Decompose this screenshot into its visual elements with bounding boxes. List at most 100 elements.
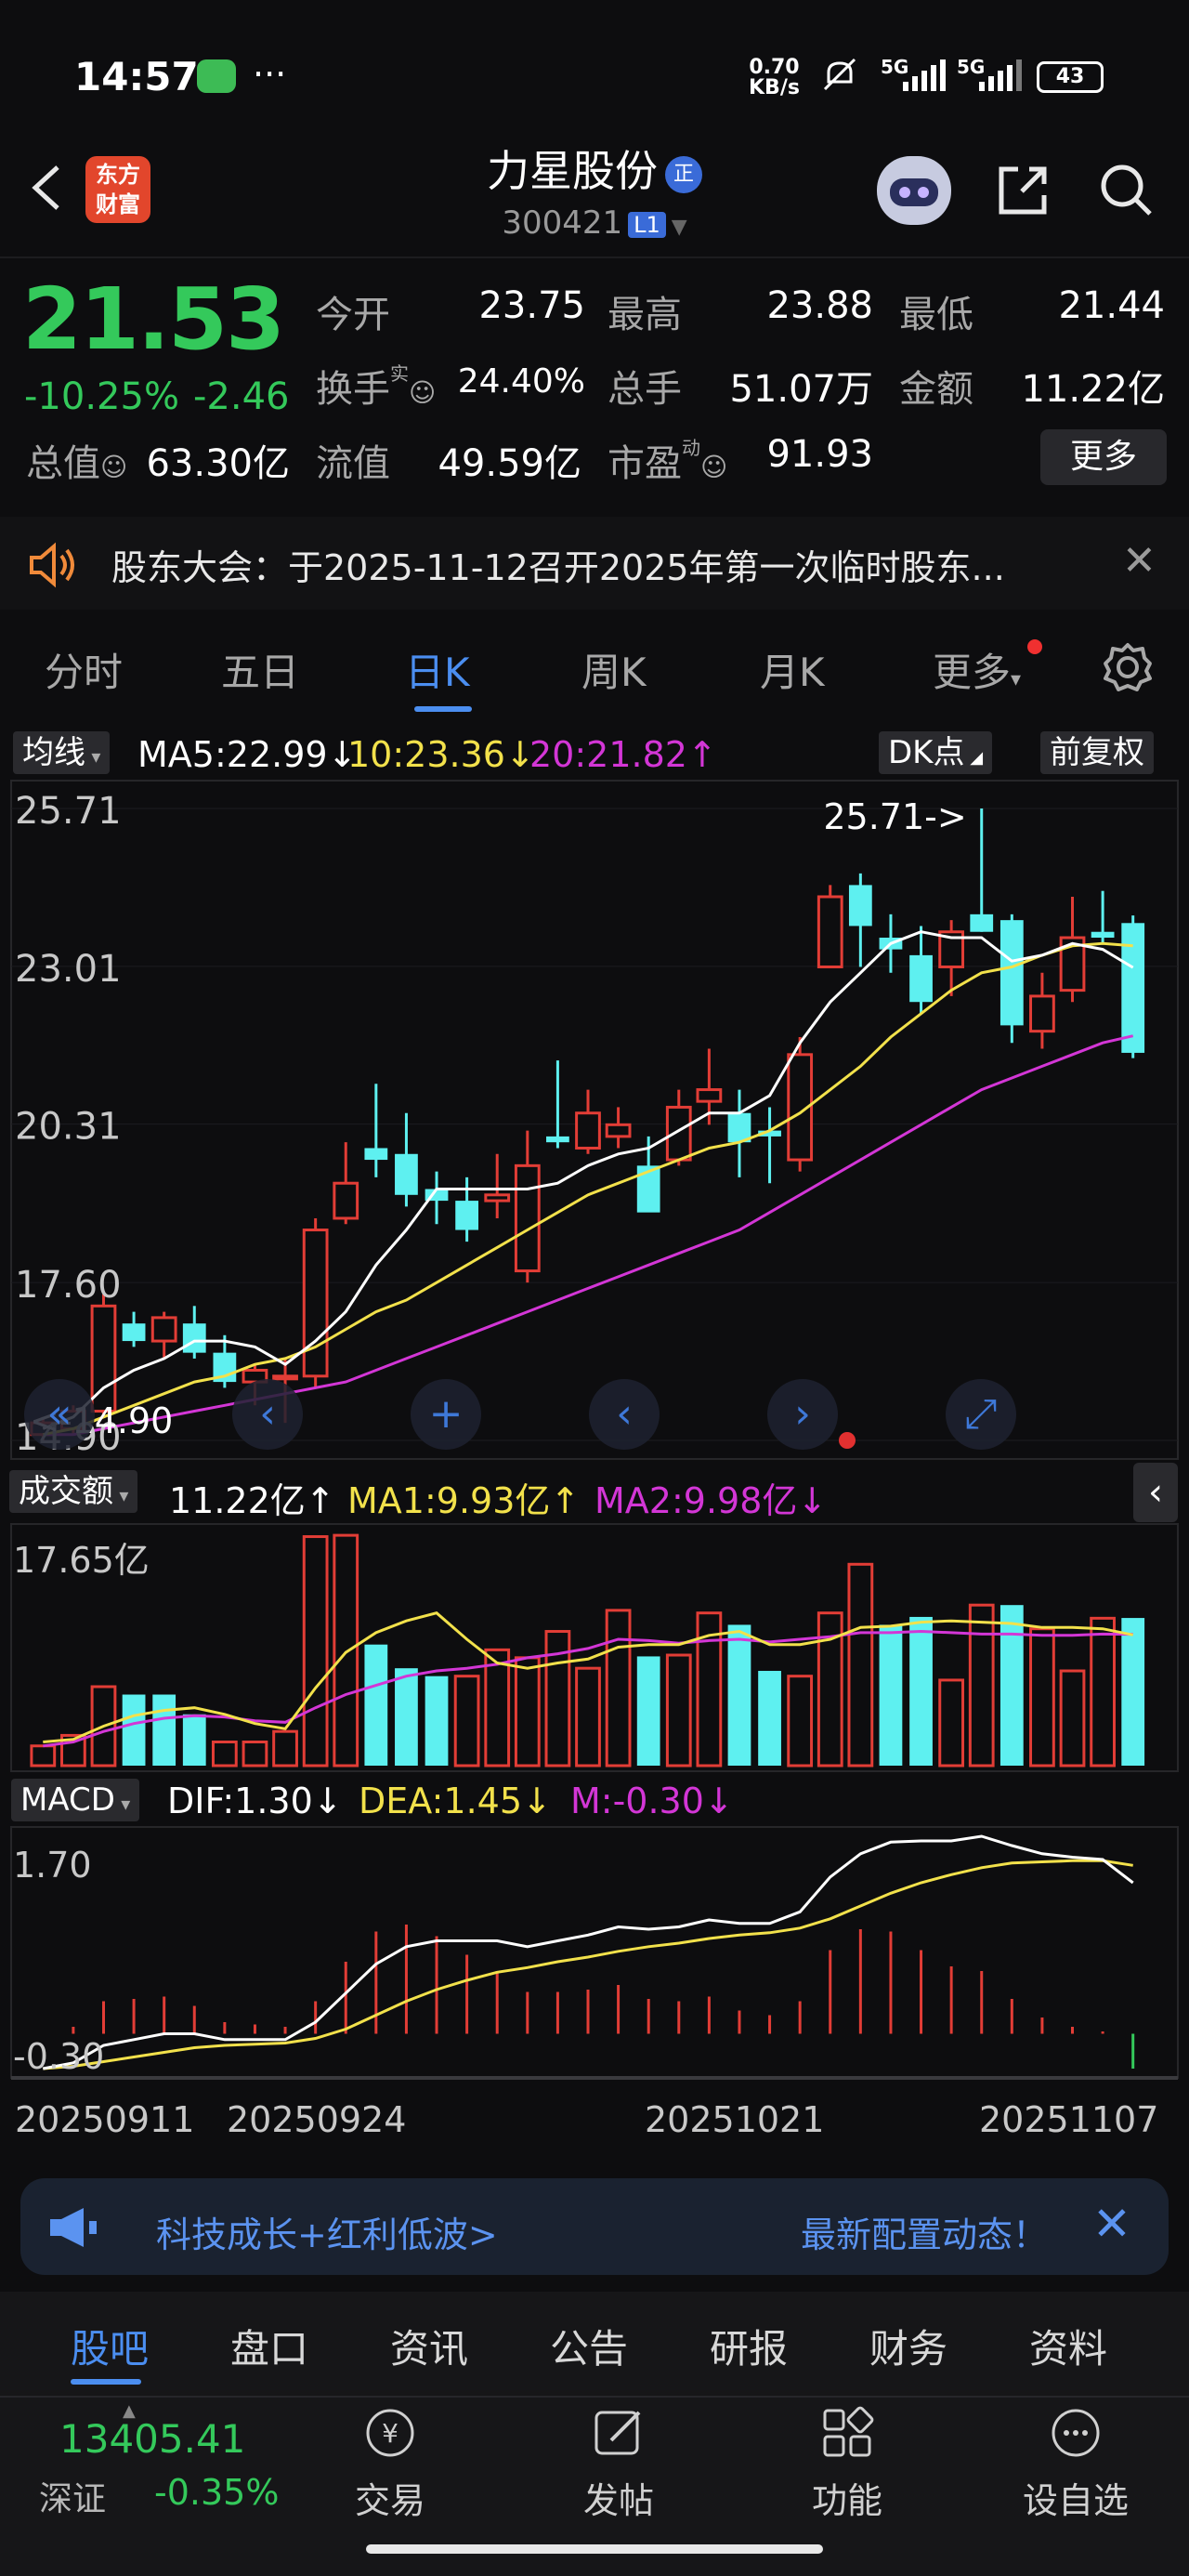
arrow-down-icon: ↓ — [312, 1781, 343, 1821]
home-indicator[interactable] — [366, 2544, 823, 2554]
volume-bar — [1059, 1669, 1086, 1768]
tab-news[interactable]: 资讯 — [390, 2318, 468, 2374]
share-icon[interactable] — [994, 160, 1053, 219]
nav-functions[interactable]: 功能 — [782, 2405, 912, 2523]
change-amount: -2.46 — [193, 375, 290, 418]
stock-name-text: 力星股份 — [487, 146, 658, 196]
arrow-up-icon: ↑ — [550, 1480, 581, 1521]
gear-icon[interactable] — [1100, 639, 1156, 695]
tab-announcements[interactable]: 公告 — [550, 2318, 628, 2374]
banner-text[interactable]: 科技成长+红利低波> — [156, 2206, 498, 2257]
candle-body — [302, 1229, 329, 1378]
volume-selector[interactable]: 成交额 ▾ — [9, 1470, 138, 1513]
nav-trade[interactable]: ¥ 交易 — [325, 2405, 455, 2523]
close-icon[interactable]: ✕ — [1092, 2197, 1131, 2251]
index-value[interactable]: 13405.41 — [59, 2416, 245, 2462]
banner-right-text[interactable]: 最新配置动态！ — [801, 2206, 1048, 2257]
nav-watchlist-label: 设自选 — [1022, 2480, 1129, 2521]
volume-bar — [484, 1648, 511, 1768]
macd-dea-text: DEA:1.45 — [359, 1781, 523, 1821]
net-speed-unit: KB/s — [749, 76, 800, 99]
candle-body — [272, 1374, 298, 1381]
collapse-panel-icon[interactable]: ‹ — [1133, 1463, 1178, 1522]
tab-more-label: 更多 — [933, 650, 1012, 695]
notification-dot — [1027, 639, 1042, 654]
turnover-label-text: 换手 — [316, 368, 390, 411]
volume-bar — [1000, 1605, 1024, 1766]
open-value: 23.75 — [478, 284, 585, 327]
signal-bars-1-icon — [903, 59, 959, 91]
volume-value: 51.07万 — [729, 368, 873, 411]
adjust-button[interactable]: 前复权 — [1040, 731, 1154, 774]
volume-value-text: 11.22亿 — [169, 1480, 306, 1521]
signal-bars-2-icon — [979, 59, 1035, 91]
candle-body — [1121, 923, 1145, 1053]
notice-text[interactable]: 股东大会：于2025-11-12召开2025年第一次临时股东... — [111, 539, 1005, 590]
candle-body — [1029, 994, 1055, 1033]
tab-five-day[interactable]: 五日 — [221, 641, 299, 698]
megaphone-icon — [46, 2206, 102, 2249]
tab-research[interactable]: 研报 — [710, 2318, 788, 2374]
nav-post[interactable]: 发帖 — [554, 2405, 684, 2523]
net-speed-value: 0.70 — [749, 56, 800, 79]
more-button[interactable]: 更多 — [1040, 429, 1167, 485]
ma5-label: MA5:22.99↓ — [137, 734, 357, 775]
info-icon[interactable]: ☺ — [700, 452, 727, 482]
volume-selector-label: 成交额 — [19, 1473, 113, 1510]
info-icon[interactable]: ☺ — [100, 452, 127, 482]
arrow-down-icon: ↓ — [522, 1781, 552, 1821]
candle-body — [455, 1201, 479, 1230]
volume-value: 11.22亿↑ — [169, 1472, 335, 1523]
index-percent: -0.35% — [154, 2472, 280, 2513]
close-icon[interactable]: ✕ — [1122, 537, 1156, 585]
macd-m-text: M:-0.30 — [570, 1781, 704, 1821]
chart-area[interactable]: 25.7123.0120.3117.6014.9025.71-><-14.90«… — [0, 725, 1189, 2156]
open-label: 今开 — [316, 294, 390, 336]
tab-weekly-k[interactable]: 周K — [581, 641, 647, 698]
high-value: 23.88 — [766, 284, 873, 327]
turnover-label: 换手实☺ — [316, 359, 436, 413]
chevron-down-icon: ▾ — [114, 1793, 131, 1815]
tab-daily-k[interactable]: 日K — [405, 641, 470, 698]
volume-bar — [302, 1535, 329, 1768]
tab-intraday[interactable]: 分时 — [45, 641, 123, 698]
tab-more[interactable]: 更多▾ — [933, 641, 1021, 698]
nav-watchlist[interactable]: 设自选 — [1011, 2405, 1141, 2523]
x-date-label: 20251021 — [645, 2099, 824, 2140]
candle-body — [696, 1088, 723, 1103]
volume-bar — [30, 1744, 57, 1768]
ma-selector[interactable]: 均线 ▾ — [13, 731, 111, 774]
chart-tool-icon: ‹ — [259, 1390, 276, 1438]
chevron-down-icon: ▾ — [1011, 668, 1022, 691]
status-time: 14:57 — [74, 54, 199, 99]
info-icon[interactable]: ☺ — [409, 377, 436, 408]
y-tick-label: 25.71 — [15, 790, 122, 833]
y-tick-label: 23.01 — [15, 948, 122, 991]
candle-body — [665, 1105, 692, 1162]
macd-selector[interactable]: MACD ▾ — [11, 1779, 140, 1821]
tab-guba[interactable]: 股吧 — [71, 2318, 149, 2374]
candle-body — [575, 1111, 601, 1150]
ma5-line — [42, 930, 1134, 1430]
tab-monthly-k[interactable]: 月K — [760, 641, 825, 698]
search-icon[interactable] — [1096, 160, 1156, 219]
tab-finance[interactable]: 财务 — [869, 2318, 947, 2374]
divider — [0, 2396, 1189, 2398]
volume-bar — [787, 1675, 814, 1768]
ai-assistant-icon[interactable] — [877, 156, 951, 225]
ma-selector-label: 均线 — [22, 734, 85, 771]
candle-body — [333, 1181, 359, 1220]
amount-value: 11.22亿 — [1021, 368, 1165, 411]
tab-profile[interactable]: 资料 — [1029, 2318, 1107, 2374]
net-speed: 0.70 KB/s — [749, 58, 800, 99]
macd-dif-text: DIF:1.30 — [167, 1781, 313, 1821]
chevron-down-icon: ▾ — [113, 1484, 129, 1506]
volume-ma2-label: MA2:9.98亿↓ — [594, 1472, 827, 1523]
dk-point-button[interactable]: DK点 ◢ — [879, 731, 993, 774]
chevron-down-icon: ▾ — [85, 745, 101, 768]
volume-bar — [758, 1671, 781, 1766]
tab-pankou[interactable]: 盘口 — [230, 2318, 308, 2374]
wechat-icon — [197, 59, 236, 93]
volume-bar — [727, 1624, 751, 1766]
stock-code-text: 300421 — [502, 204, 623, 242]
